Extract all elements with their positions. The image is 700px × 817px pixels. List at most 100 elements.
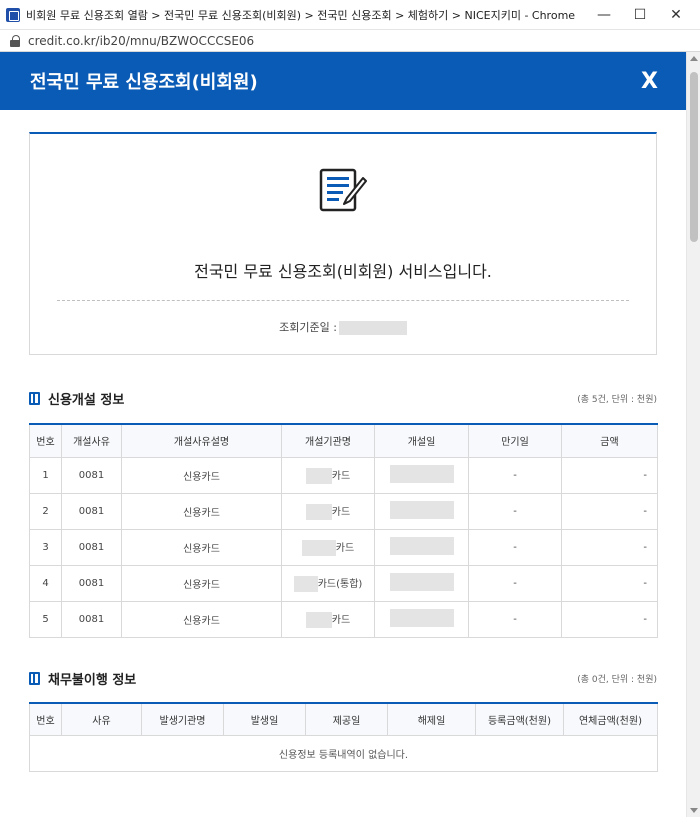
- popup-title: 전국민 무료 신용조회(비회원): [30, 72, 258, 93]
- redacted-date: [389, 464, 454, 483]
- org-name: 카드: [331, 506, 351, 518]
- amount: -: [561, 528, 658, 566]
- column-header: 만기일: [468, 424, 562, 458]
- open-info-header: 신용개설 정보 (총 5건, 단위 : 천원): [29, 389, 657, 408]
- scroll-up-icon[interactable]: [690, 56, 698, 61]
- reason-code: 0081: [61, 600, 122, 638]
- amount: -: [561, 600, 658, 638]
- column-header: 개설일: [374, 424, 469, 458]
- org-cell: 카드(통합): [281, 564, 375, 602]
- reason-desc: 신용카드: [121, 492, 282, 530]
- reason-desc: 신용카드: [121, 528, 282, 566]
- expire-date: -: [468, 456, 562, 494]
- redacted-org: [305, 503, 332, 520]
- reason-desc: 신용카드: [121, 600, 282, 638]
- reason-code: 0081: [61, 492, 122, 530]
- url-text[interactable]: credit.co.kr/ib20/mnu/BZWOCCCSE06: [28, 34, 254, 48]
- maximize-button[interactable]: ☐: [622, 0, 658, 30]
- redacted-date: [389, 536, 454, 555]
- open-date-cell: [374, 492, 469, 530]
- row-number: 4: [29, 564, 62, 602]
- close-window-button[interactable]: ✕: [658, 0, 694, 30]
- open-date-cell: [374, 564, 469, 602]
- table-header-row: 번호 개설사유 개설사유설명 개설기관명 개설일 만기일 금액: [29, 424, 658, 458]
- site-favicon-icon: [6, 7, 20, 22]
- reason-desc: 신용카드: [121, 564, 282, 602]
- redacted-org: [305, 611, 332, 628]
- redacted-org: [305, 467, 332, 484]
- redacted-date: [389, 608, 454, 627]
- open-date-cell: [374, 528, 469, 566]
- scroll-down-icon[interactable]: [690, 808, 698, 813]
- org-name: 카드: [331, 614, 351, 626]
- lock-icon: [10, 34, 20, 47]
- table-row: 1 0081 신용카드 카드 - -: [29, 456, 658, 494]
- book-icon: [29, 391, 40, 405]
- column-header: 제공일: [305, 702, 388, 736]
- address-bar[interactable]: credit.co.kr/ib20/mnu/BZWOCCCSE06: [0, 30, 700, 52]
- org-cell: 카드: [281, 456, 375, 494]
- redacted-date: [389, 572, 454, 591]
- intro-message: 전국민 무료 신용조회(비회원) 서비스입니다.: [194, 262, 492, 281]
- redacted-date: [338, 321, 407, 335]
- popup-page: 전국민 무료 신용조회(비회원) X 전국민 무료 신용조회(비회원) 서비스입…: [0, 52, 686, 817]
- expire-date: -: [468, 528, 562, 566]
- column-header: 번호: [29, 424, 62, 458]
- row-number: 5: [29, 600, 62, 638]
- default-info-table: 번호 사유 발생기관명 발생일 제공일 해제일 등록금액(천원) 연체금액(천원…: [29, 701, 658, 772]
- divider: [57, 300, 629, 301]
- default-info-header: 채무불이행 정보 (총 0건, 단위 : 천원): [29, 670, 657, 688]
- document-edit-icon: [319, 168, 367, 212]
- amount: -: [561, 456, 658, 494]
- amount: -: [561, 564, 658, 602]
- table-row: 4 0081 신용카드 카드(통합) - -: [29, 564, 658, 602]
- org-cell: 카드: [281, 492, 375, 530]
- reason-code: 0081: [61, 528, 122, 566]
- base-date: 조회기준일 :: [30, 319, 656, 335]
- reason-code: 0081: [61, 456, 122, 494]
- minimize-button[interactable]: —: [586, 0, 622, 30]
- column-header: 금액: [561, 424, 658, 458]
- expire-date: -: [468, 564, 562, 602]
- base-date-label: 조회기준일 :: [279, 321, 337, 334]
- table-row: 2 0081 신용카드 카드 - -: [29, 492, 658, 530]
- empty-message: 신용정보 등록내역이 없습니다.: [29, 735, 658, 772]
- amount: -: [561, 492, 658, 530]
- column-header: 발생일: [223, 702, 306, 736]
- scroll-thumb[interactable]: [690, 72, 698, 242]
- open-date-cell: [374, 456, 469, 494]
- table-header-row: 번호 사유 발생기관명 발생일 제공일 해제일 등록금액(천원) 연체금액(천원…: [29, 702, 658, 736]
- org-name: 카드: [335, 542, 355, 554]
- column-header: 개설사유설명: [121, 424, 282, 458]
- book-icon: [29, 672, 40, 685]
- column-header: 개설기관명: [281, 424, 375, 458]
- popup-header: 전국민 무료 신용조회(비회원) X: [0, 52, 686, 110]
- org-cell: 카드: [281, 528, 375, 566]
- org-name: 카드: [331, 470, 351, 482]
- table-row: 5 0081 신용카드 카드 - -: [29, 600, 658, 638]
- open-info-table: 번호 개설사유 개설사유설명 개설기관명 개설일 만기일 금액 1 0081 신…: [29, 423, 658, 638]
- column-header: 사유: [61, 702, 142, 736]
- table-row: 신용정보 등록내역이 없습니다.: [29, 735, 658, 772]
- row-number: 1: [29, 456, 62, 494]
- column-header: 개설사유: [61, 424, 122, 458]
- popup-close-button[interactable]: X: [641, 69, 658, 94]
- open-info-title-wrap: 신용개설 정보: [29, 389, 124, 408]
- redacted-date: [389, 500, 454, 519]
- column-header: 발생기관명: [141, 702, 224, 736]
- redacted-org: [293, 575, 318, 592]
- redacted-org: [301, 539, 336, 556]
- default-info-title-wrap: 채무불이행 정보: [29, 669, 136, 688]
- org-cell: 카드: [281, 600, 375, 638]
- column-header: 연체금액(천원): [563, 702, 658, 736]
- vertical-scrollbar[interactable]: [686, 52, 700, 817]
- open-info-title: 신용개설 정보: [48, 392, 125, 408]
- default-info-title: 채무불이행 정보: [48, 673, 137, 688]
- open-date-cell: [374, 600, 469, 638]
- reason-desc: 신용카드: [121, 456, 282, 494]
- window-titlebar: 비회원 무료 신용조회 열람 > 전국민 무료 신용조회(비회원) > 전국민 …: [0, 0, 700, 30]
- open-info-note: (총 5건, 단위 : 천원): [577, 394, 657, 405]
- column-header: 등록금액(천원): [475, 702, 564, 736]
- column-header: 번호: [29, 702, 62, 736]
- row-number: 2: [29, 492, 62, 530]
